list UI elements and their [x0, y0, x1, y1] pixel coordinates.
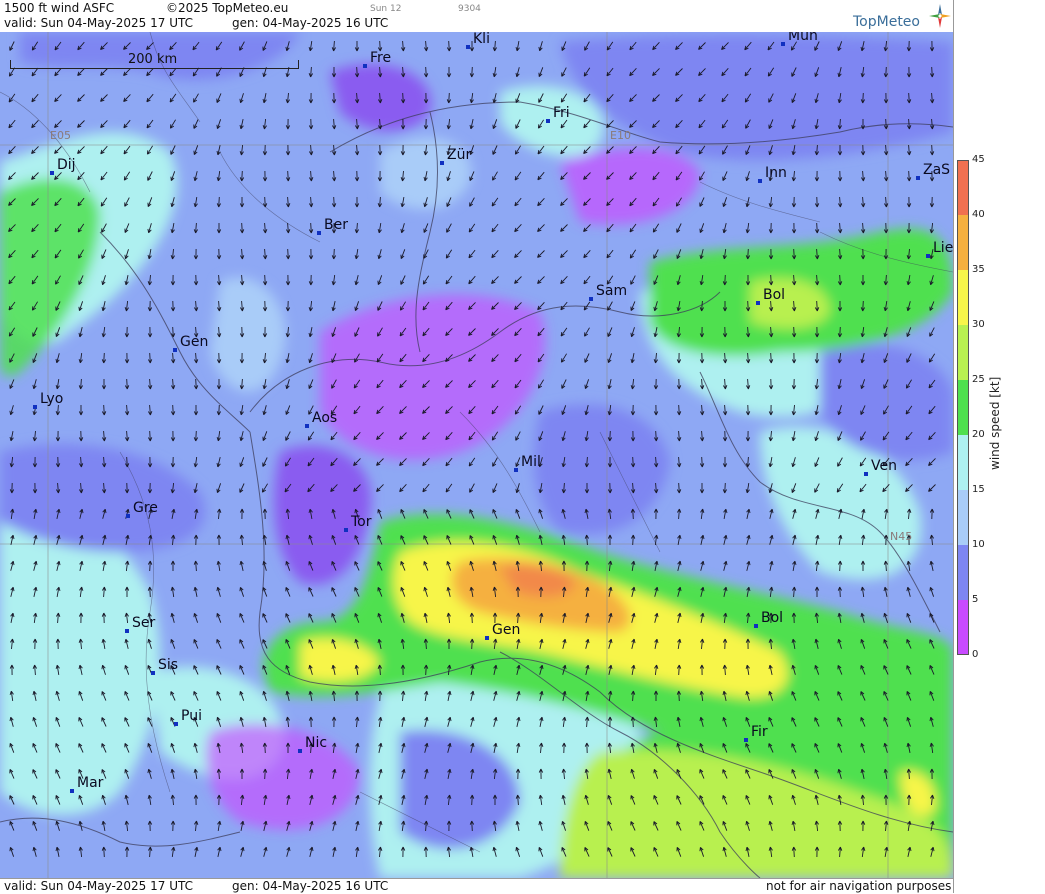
legend-tick: 15 [972, 484, 985, 495]
city-label: Dij [57, 157, 76, 173]
city-marker [126, 514, 130, 518]
grid-label-e10: E10 [610, 129, 631, 142]
legend-tick: 35 [972, 264, 985, 275]
city-label: ZaS [923, 162, 951, 178]
city-marker [781, 42, 785, 46]
brand-name: TopMeteo [853, 14, 920, 30]
run-info: Sun 12 [370, 4, 402, 14]
city-marker [70, 789, 74, 793]
legend-tick: 5 [972, 594, 979, 605]
city-label: Mün [788, 32, 818, 44]
city-label: Nic [305, 735, 328, 751]
city-label: Aos [312, 410, 338, 426]
city-marker [754, 624, 758, 628]
city-marker [589, 297, 593, 301]
city-marker [305, 424, 309, 428]
footer-generated-time: gen: 04-May-2025 16 UTC [232, 879, 389, 893]
city-marker [756, 301, 760, 305]
generated-time: gen: 04-May-2025 16 UTC [232, 16, 389, 30]
legend-tick: 20 [972, 429, 985, 440]
city-marker [546, 119, 550, 123]
copyright-text: ©2025 TopMeteo.eu [166, 1, 289, 15]
city-marker [173, 348, 177, 352]
city-label: Ser [132, 615, 156, 631]
topmeteo-logo[interactable]: TopMeteo [853, 4, 953, 30]
city-marker [363, 64, 367, 68]
grid-label-n45: N45 [890, 530, 913, 543]
city-marker [174, 722, 178, 726]
wind-map[interactable]: 200 km E05 E10 N45 Kli Mün Fre Fri Dij Zür Inn… [0, 32, 953, 878]
city-marker [864, 472, 868, 476]
legend-tick: 45 [972, 154, 985, 165]
scale-label: 200 km [128, 52, 178, 67]
city-marker [317, 231, 321, 235]
legend-tick: 25 [972, 374, 985, 385]
city-marker [758, 179, 762, 183]
legend-tick: 10 [972, 539, 985, 550]
grid-label-e05: E05 [50, 129, 71, 142]
legend-tick: 0 [972, 649, 979, 660]
city-marker [33, 405, 37, 409]
footer-bar: valid: Sun 04-May-2025 17 UTC gen: 04-Ma… [0, 878, 953, 894]
wind-speed-colorbar [957, 160, 969, 655]
city-label: Kli [473, 32, 490, 47]
city-label: Fri [553, 105, 570, 121]
city-label: Ven [871, 458, 897, 474]
valid-time: valid: Sun 04-May-2025 17 UTC [4, 16, 193, 30]
city-marker [466, 45, 470, 49]
city-label: Gen [180, 334, 209, 350]
footer-valid-time: valid: Sun 04-May-2025 17 UTC [4, 879, 193, 893]
legend-panel: 45 40 35 30 25 20 15 10 5 0 wind speed [… [953, 0, 1045, 893]
city-label: Bol [761, 610, 784, 626]
city-marker [514, 468, 518, 472]
city-marker [50, 171, 54, 175]
city-label: Ber [324, 217, 348, 233]
wind-field [0, 32, 953, 878]
legend-tick: 40 [972, 209, 985, 220]
city-marker [151, 671, 155, 675]
city-marker [926, 254, 930, 258]
city-marker [485, 636, 489, 640]
legend-unit-label: wind speed [kt] [988, 376, 1002, 470]
city-label: Inn [765, 165, 787, 181]
product-title: 1500 ft wind ASFC [4, 1, 115, 15]
city-marker [440, 161, 444, 165]
city-label: Mil [521, 454, 541, 470]
city-label: Lyo [40, 391, 64, 407]
city-label: Fir [751, 724, 768, 740]
city-marker [344, 528, 348, 532]
compass-icon [929, 4, 951, 28]
city-label: Bol [763, 287, 786, 303]
city-label: Mar [77, 775, 104, 791]
city-marker [125, 629, 129, 633]
city-label: Gre [133, 500, 158, 516]
city-marker [298, 749, 302, 753]
city-label: Sam [596, 283, 628, 299]
city-label: Sis [158, 657, 179, 673]
city-label: Lie [933, 240, 953, 256]
legend-tick: 30 [972, 319, 985, 330]
city-marker [744, 738, 748, 742]
city-label: Zür [447, 147, 472, 163]
header-bar: 1500 ft wind ASFC ©2025 TopMeteo.eu Sun … [0, 0, 953, 33]
city-label: Pui [181, 708, 202, 724]
city-label: Fre [370, 50, 392, 66]
city-label: Gen [492, 622, 521, 638]
city-marker [916, 176, 920, 180]
city-label: Tor [351, 514, 372, 530]
run-code: 9304 [458, 4, 481, 14]
disclaimer-text: not for air navigation purposes [766, 879, 952, 893]
